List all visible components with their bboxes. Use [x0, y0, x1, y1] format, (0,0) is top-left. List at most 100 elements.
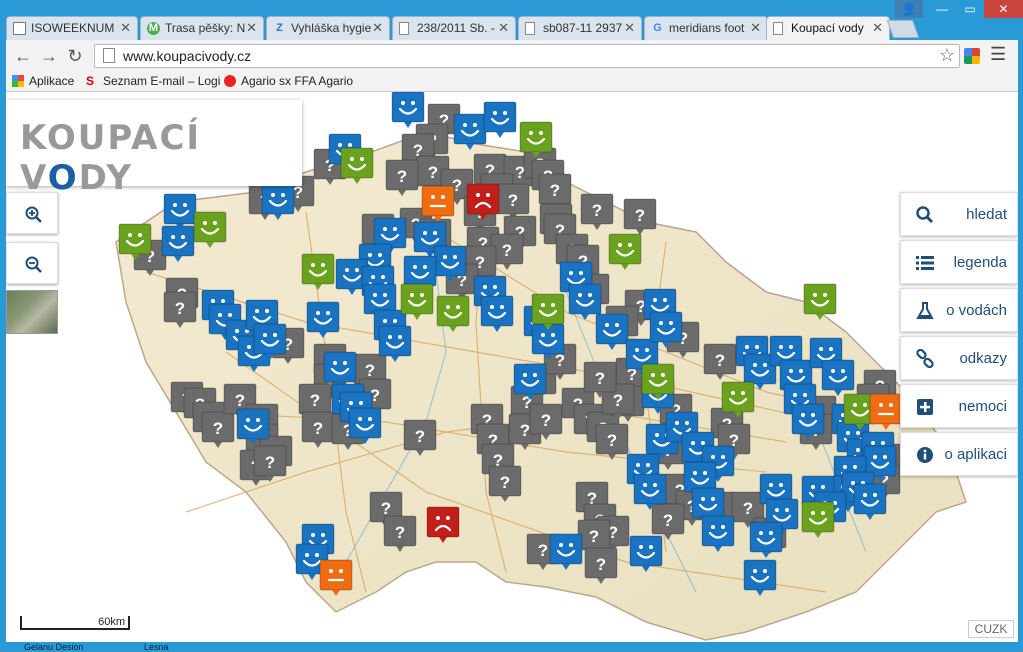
plus-icon — [917, 399, 933, 415]
tab-vyhlaska[interactable]: Z Vyhláška hygie ✕ — [266, 16, 390, 40]
menu-label: nemoci — [958, 398, 1007, 415]
page-icon — [773, 22, 783, 35]
svg-text:?: ? — [235, 391, 245, 410]
svg-text:?: ? — [213, 419, 223, 438]
tab-sb087[interactable]: sb087-11 2937 ✕ — [518, 16, 642, 40]
bookmark-label: Aplikace — [29, 74, 75, 88]
reload-button[interactable]: ↻ — [64, 45, 86, 67]
tab-title: Trasa pěšky: N — [165, 21, 246, 35]
bookmark-star-icon[interactable]: ☆ — [939, 45, 955, 66]
tab-meridians[interactable]: G meridians foot ✕ — [644, 16, 768, 40]
close-tab-icon[interactable]: ✕ — [120, 20, 131, 36]
menu-diseases-button[interactable]: nemoci — [900, 384, 1018, 428]
svg-text:?: ? — [589, 527, 599, 546]
tab-title: Koupací vody — [791, 21, 864, 35]
tab-title: meridians foot — [669, 21, 745, 35]
svg-text:?: ? — [596, 555, 606, 574]
tab-title: Vyhláška hygie — [291, 21, 372, 35]
menu-icon[interactable]: ☰ — [990, 44, 1006, 65]
back-button[interactable]: ← — [12, 45, 34, 67]
svg-text:?: ? — [502, 241, 512, 260]
menu-links-button[interactable]: odkazy — [900, 336, 1018, 380]
zoom-out-button[interactable] — [6, 242, 58, 284]
taskbar-item[interactable]: Lesna — [144, 642, 169, 652]
google-icon: G — [653, 22, 662, 34]
apps-grid-icon — [12, 75, 24, 87]
scale-bar: 60km — [20, 616, 130, 630]
link-icon — [916, 349, 934, 369]
bookmark-apps[interactable]: Aplikace — [12, 74, 74, 88]
attribution-link[interactable]: CUZK — [968, 620, 1014, 638]
menu-label: legenda — [953, 254, 1007, 271]
svg-text:?: ? — [313, 419, 323, 438]
taskbar: Gelanu Desion Lesna — [0, 642, 1023, 652]
page-icon — [525, 22, 535, 35]
taskbar-item[interactable]: Gelanu Desion — [24, 642, 84, 652]
minimize-button[interactable]: — — [928, 0, 956, 18]
menu-label: odkazy — [959, 350, 1007, 367]
page-icon — [103, 48, 115, 63]
browser-window: ISOWEEKNUM ✕ M Trasa pěšky: N ✕ Z Vyhláš… — [0, 0, 1023, 652]
svg-text:?: ? — [310, 391, 320, 410]
menu-label: o vodách — [946, 302, 1007, 319]
svg-text:?: ? — [541, 411, 551, 430]
tab-238-2011[interactable]: 238/2011 Sb. - ✕ — [392, 16, 516, 40]
forward-button[interactable]: → — [38, 45, 60, 67]
tab-trasa[interactable]: M Trasa pěšky: N ✕ — [140, 16, 264, 40]
close-tab-icon[interactable]: ✕ — [750, 20, 761, 36]
svg-text:?: ? — [508, 191, 518, 210]
user-icon[interactable]: 👤 — [895, 0, 923, 18]
svg-text:?: ? — [381, 499, 391, 518]
zoom-out-icon — [25, 256, 42, 273]
svg-text:?: ? — [715, 351, 725, 370]
svg-text:?: ? — [365, 361, 375, 380]
svg-text:?: ? — [538, 541, 548, 560]
close-tab-icon[interactable]: ✕ — [246, 20, 257, 36]
maximize-button[interactable]: ▭ — [956, 0, 984, 18]
bookmark-seznam[interactable]: S Seznam E-mail – Logi — [86, 74, 220, 88]
flask-icon — [916, 302, 934, 319]
menu-about-waters-button[interactable]: o vodách — [900, 288, 1018, 332]
marker-good[interactable] — [391, 92, 425, 128]
tab-koupaci-vody[interactable]: Koupací vody ✕ — [766, 16, 890, 40]
svg-text:?: ? — [613, 391, 623, 410]
excel-icon — [13, 22, 26, 35]
aerial-layer-toggle[interactable] — [6, 290, 58, 334]
close-tab-icon[interactable]: ✕ — [872, 20, 883, 36]
svg-text:?: ? — [415, 427, 425, 446]
bookmarks-bar: Aplikace S Seznam E-mail – Logi Agario sx… — [6, 72, 1018, 92]
address-bar[interactable]: www.koupacivody.cz ☆ — [94, 44, 960, 68]
menu-about-app-button[interactable]: o aplikaci — [900, 432, 1018, 476]
tab-isoweeknum[interactable]: ISOWEEKNUM ✕ — [6, 16, 138, 40]
svg-text:?: ? — [550, 181, 560, 200]
menu-search-button[interactable]: hledat — [900, 192, 1018, 236]
svg-text:?: ? — [397, 167, 407, 186]
page-icon — [399, 22, 409, 35]
map-viewport[interactable]: ????????????????????????????????????????… — [6, 92, 1018, 642]
close-window-button[interactable]: ✕ — [984, 0, 1023, 18]
marker-good[interactable] — [483, 101, 517, 138]
svg-text:?: ? — [595, 369, 605, 388]
mapy-icon: M — [147, 22, 160, 35]
zoom-in-button[interactable] — [6, 192, 58, 234]
browser-toolbar: ← → ↻ www.koupacivody.cz ☆ ☰ — [6, 40, 1018, 72]
close-tab-icon[interactable]: ✕ — [372, 20, 383, 36]
tab-title: 238/2011 Sb. - — [417, 21, 495, 35]
tab-title: ISOWEEKNUM — [31, 21, 115, 35]
close-tab-icon[interactable]: ✕ — [624, 20, 635, 36]
svg-text:?: ? — [175, 299, 185, 318]
bookmark-label: Agario sx FFA Agario — [241, 74, 354, 88]
svg-text:?: ? — [663, 511, 673, 530]
svg-text:?: ? — [743, 499, 753, 518]
tab-strip: ISOWEEKNUM ✕ M Trasa pěšky: N ✕ Z Vyhláš… — [0, 0, 1023, 40]
app-logo[interactable]: KOUPACÍ VODY — [6, 100, 302, 198]
svg-text:?: ? — [635, 206, 645, 225]
svg-text:?: ? — [520, 421, 530, 440]
new-tab-button[interactable] — [886, 20, 920, 38]
bookmark-agario[interactable]: Agario sx FFA Agario — [224, 74, 353, 88]
extension-icon[interactable] — [964, 48, 980, 64]
menu-label: o aplikaci — [944, 446, 1007, 463]
menu-legend-button[interactable]: legenda — [900, 240, 1018, 284]
close-tab-icon[interactable]: ✕ — [498, 20, 509, 36]
svg-text:?: ? — [428, 163, 438, 182]
